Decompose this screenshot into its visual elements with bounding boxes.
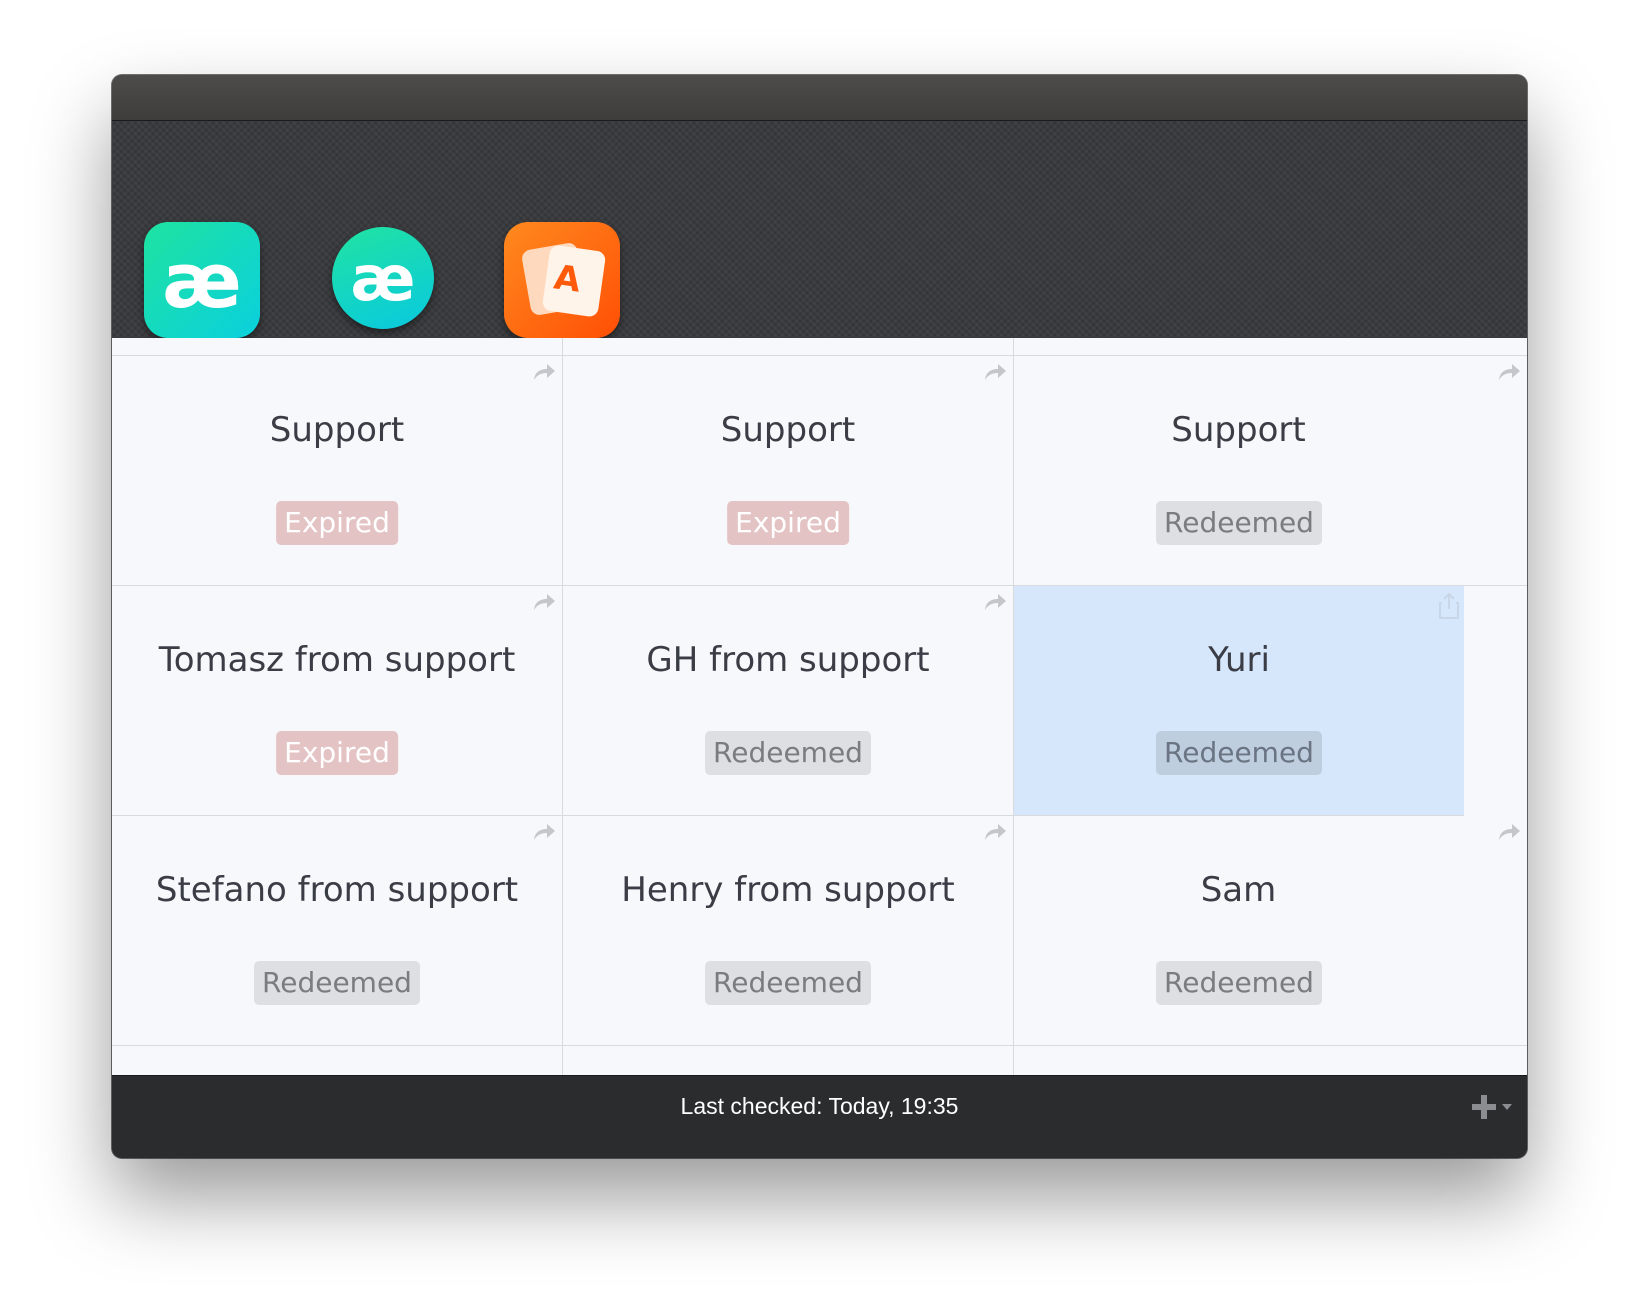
code-title: Support [720, 410, 856, 450]
code-title: Henry from support [621, 870, 955, 910]
forward-arrow-icon[interactable] [1497, 822, 1521, 842]
code-cell[interactable]: Support Redeemed [1014, 356, 1527, 586]
code-cell[interactable]: Henry from support Redeemed [563, 816, 1013, 1046]
forward-arrow-icon[interactable] [1497, 362, 1521, 382]
status-badge: Redeemed [1156, 731, 1322, 775]
app-window: æ æ A Support Expired Support Expired Su… [112, 75, 1527, 1158]
code-cell[interactable]: Sam Redeemed [1014, 816, 1527, 1046]
ae-glyph: æ [162, 235, 242, 325]
code-cell[interactable]: Support Expired [563, 356, 1013, 586]
cards-app-icon[interactable]: A [504, 222, 620, 338]
codes-grid: Support Expired Support Expired Support … [112, 338, 1527, 1075]
status-badge: Redeemed [254, 961, 420, 1005]
code-title: Tomasz from support [158, 640, 516, 680]
ae-circle-app-icon[interactable]: æ [332, 227, 434, 329]
forward-arrow-icon[interactable] [532, 592, 556, 612]
code-cell[interactable]: GH from support Redeemed [563, 586, 1013, 816]
card-glyph: A [551, 257, 584, 301]
status-badge: Redeemed [1156, 961, 1322, 1005]
forward-arrow-icon[interactable] [983, 592, 1007, 612]
status-badge: Expired [727, 501, 849, 545]
share-box-icon[interactable] [1438, 592, 1460, 620]
code-cell-selected[interactable]: Yuri Redeemed [1014, 586, 1464, 816]
last-checked-status: Last checked: Today, 19:35 [680, 1093, 959, 1119]
status-badge: Redeemed [1156, 501, 1322, 545]
title-bar[interactable] [112, 75, 1527, 121]
grid-top-strip [112, 338, 1527, 356]
forward-arrow-icon[interactable] [983, 362, 1007, 382]
status-badge: Redeemed [705, 961, 871, 1005]
code-title: Stefano from support [155, 870, 519, 910]
forward-arrow-icon[interactable] [532, 362, 556, 382]
code-title: Yuri [1208, 640, 1270, 680]
forward-arrow-icon[interactable] [532, 822, 556, 842]
code-cell[interactable]: Tomasz from support Expired [112, 586, 562, 816]
ae-glyph: æ [350, 241, 416, 315]
status-badge: Expired [276, 501, 398, 545]
code-cell[interactable]: Support Expired [112, 356, 562, 586]
footer-bar: Last checked: Today, 19:35 [112, 1075, 1527, 1158]
code-title: GH from support [646, 640, 930, 680]
status-badge: Expired [276, 731, 398, 775]
code-cell[interactable]: Stefano from support Redeemed [112, 816, 562, 1046]
card-front-shape: A [541, 244, 607, 318]
plus-dropdown-icon[interactable] [1469, 1092, 1515, 1122]
status-badge: Redeemed [705, 731, 871, 775]
code-title: Support [1171, 410, 1306, 450]
forward-arrow-icon[interactable] [983, 822, 1007, 842]
code-title: Sam [1200, 870, 1277, 910]
code-title: Support [269, 410, 405, 450]
app-switcher-bar: æ æ A [112, 121, 1527, 372]
ae-app-icon[interactable]: æ [144, 222, 260, 338]
